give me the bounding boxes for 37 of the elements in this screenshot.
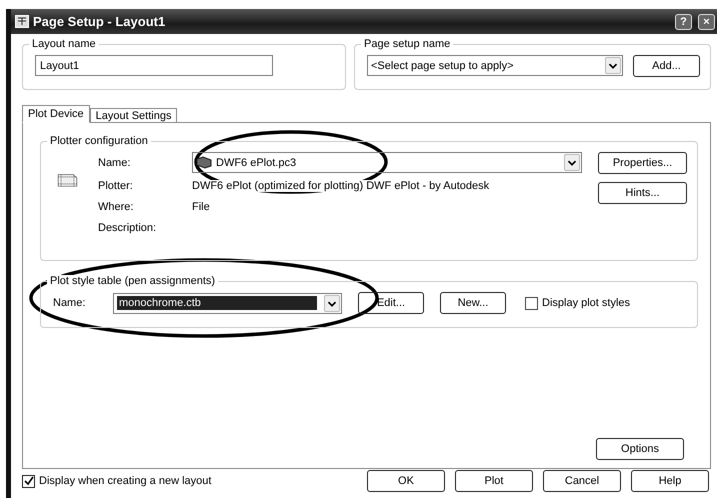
close-button[interactable]: ×: [698, 14, 715, 30]
display-when-creating-checkbox[interactable]: Display when creating a new layout: [22, 474, 367, 488]
new-button[interactable]: New...: [440, 292, 506, 314]
layout-name-field[interactable]: Layout1: [35, 55, 273, 76]
dropdown-caret-icon[interactable]: [564, 154, 580, 171]
tab[interactable]: Plot Device: [22, 105, 90, 123]
group-label: Plotter configuration: [47, 135, 151, 147]
dropdown-caret-icon[interactable]: [605, 57, 621, 74]
dialog-button[interactable]: Plot: [455, 470, 533, 492]
field-label: Plotter:: [98, 179, 134, 194]
help-button[interactable]: ?: [675, 14, 692, 30]
page-setup-dropdown[interactable]: <Select page setup to apply>: [367, 55, 623, 76]
hints-button[interactable]: Hints...: [598, 182, 687, 204]
group-label: Plot style table (pen assignments): [47, 275, 218, 287]
tab[interactable]: Layout Settings: [90, 108, 178, 123]
add-button[interactable]: Add...: [633, 55, 700, 77]
options-button[interactable]: Options: [596, 438, 684, 460]
dropdown-caret-icon[interactable]: [324, 294, 340, 312]
plotter-name-dropdown[interactable]: DWF6 ePlot.pc3: [192, 152, 582, 173]
group-label: Layout name: [29, 38, 99, 50]
dialog-button[interactable]: OK: [367, 470, 445, 492]
field-label: Name:: [53, 297, 86, 309]
display-plot-styles-checkbox[interactable]: Display plot styles: [525, 296, 630, 310]
field-value: DWF6 ePlot (optimized for plotting) DWF ePlot - by Autodesk: [192, 180, 490, 192]
check-icon: [24, 476, 34, 486]
field-label: Where:: [98, 200, 134, 215]
plotter-device-icon: [196, 156, 212, 169]
plot-style-dropdown[interactable]: monochrome.ctb: [113, 292, 342, 314]
group-label: Page setup name: [361, 38, 454, 50]
dialog-button[interactable]: Help: [631, 470, 709, 492]
properties-button[interactable]: Properties...: [598, 152, 687, 174]
window-title: Page Setup - Layout1: [33, 14, 166, 29]
edit-button[interactable]: Edit...: [358, 292, 424, 314]
field-label: Name:: [98, 156, 132, 168]
dialog-button[interactable]: Cancel: [543, 470, 621, 492]
field-value: File: [192, 201, 210, 213]
field-label: Description:: [98, 221, 158, 236]
